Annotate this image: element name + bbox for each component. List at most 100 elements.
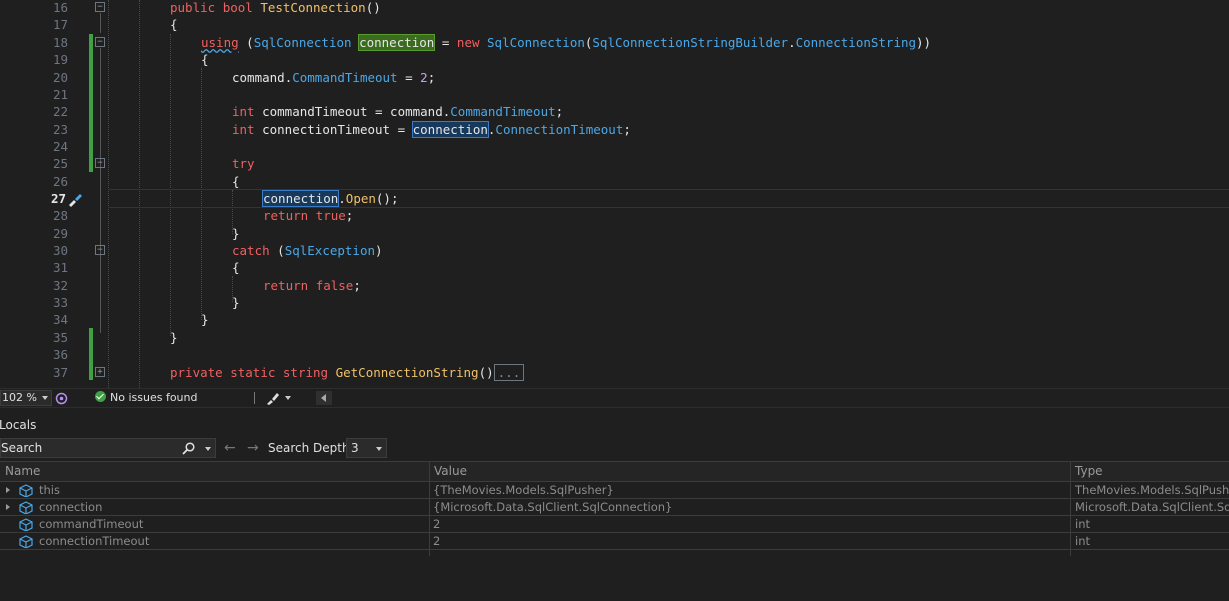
search-depth-dropdown[interactable]: 3 bbox=[346, 438, 387, 458]
code-line[interactable]: try bbox=[232, 155, 255, 172]
chevron-down-icon[interactable] bbox=[285, 396, 291, 400]
issues-text: No issues found bbox=[110, 391, 198, 404]
row-name: this bbox=[39, 483, 60, 497]
line-number: 36 bbox=[52, 347, 68, 362]
keyword: static bbox=[230, 365, 276, 380]
grid-header: Name Value Type bbox=[0, 461, 1229, 482]
table-row[interactable]: this {TheMovies.Models.SqlPusher} TheMov… bbox=[0, 482, 1229, 499]
search-depth-value: 3 bbox=[351, 441, 359, 455]
row-type: int bbox=[1075, 517, 1090, 531]
code-line[interactable]: catch (SqlException) bbox=[232, 242, 383, 259]
line-number: 18 bbox=[52, 35, 68, 50]
line-number: 17 bbox=[52, 17, 68, 32]
line-number: 31 bbox=[52, 260, 68, 275]
type-name: SqlConnection bbox=[487, 35, 585, 50]
change-indicator bbox=[89, 328, 93, 380]
row-value: {TheMovies.Models.SqlPusher} bbox=[433, 483, 614, 497]
code-line[interactable]: } bbox=[201, 311, 209, 328]
chevron-down-icon[interactable] bbox=[205, 447, 211, 451]
collapse-icon[interactable]: − bbox=[95, 245, 105, 255]
search-icon[interactable] bbox=[182, 442, 195, 455]
line-number: 30 bbox=[52, 243, 68, 258]
row-type: Microsoft.Data.SqlClient.SqlConnection bbox=[1075, 500, 1229, 514]
member-name: CommandTimeout bbox=[292, 70, 398, 85]
code-line-current[interactable]: connection.Open(); bbox=[261, 190, 398, 207]
edit-continue-icon[interactable] bbox=[67, 193, 83, 207]
expand-arrow-icon[interactable] bbox=[6, 504, 10, 510]
keyword: false bbox=[315, 278, 354, 293]
code-line[interactable]: { bbox=[232, 173, 240, 190]
type-name: SqlConnection bbox=[253, 35, 352, 50]
collapsed-region[interactable]: ... bbox=[493, 364, 525, 381]
scroll-left-button[interactable] bbox=[316, 391, 332, 405]
code-line[interactable]: using (SqlConnection connection = new Sq… bbox=[201, 34, 931, 51]
punct: () bbox=[365, 0, 381, 15]
row-name: connection bbox=[39, 500, 103, 514]
code-line[interactable]: return false; bbox=[263, 277, 361, 294]
variable: commandTimeout bbox=[262, 104, 368, 119]
column-header-value[interactable]: Value bbox=[434, 462, 467, 481]
code-line[interactable]: } bbox=[170, 329, 178, 346]
variable-highlight-write: connection bbox=[358, 34, 436, 51]
keyword: try bbox=[232, 156, 255, 171]
back-arrow-icon[interactable]: ← bbox=[224, 439, 236, 457]
code-line[interactable]: int commandTimeout = command.CommandTime… bbox=[232, 103, 563, 120]
code-line[interactable]: return true; bbox=[263, 207, 353, 224]
row-type: int bbox=[1075, 534, 1090, 548]
punct: ( bbox=[238, 35, 254, 50]
type-name: SqlConnectionStringBuilder bbox=[592, 35, 789, 50]
expand-icon[interactable]: + bbox=[95, 367, 105, 377]
forward-arrow-icon[interactable]: → bbox=[247, 439, 259, 457]
variable-highlight-read: connection bbox=[261, 190, 340, 207]
table-row[interactable]: connectionTimeout 2 int bbox=[0, 533, 1229, 550]
method-name: TestConnection bbox=[260, 0, 366, 15]
collapse-icon[interactable]: − bbox=[95, 158, 105, 168]
code-editor[interactable]: − − − − + 16 17 18 19 20 21 22 23 24 25 … bbox=[0, 0, 1229, 388]
line-number: 23 bbox=[52, 122, 68, 137]
zoom-value: 102 % bbox=[2, 391, 37, 404]
collapse-icon[interactable]: − bbox=[95, 37, 105, 47]
keyword: new bbox=[456, 35, 480, 50]
column-header-type[interactable]: Type bbox=[1075, 462, 1103, 481]
variable: command bbox=[232, 70, 285, 85]
line-number: 20 bbox=[52, 70, 68, 85]
code-line[interactable]: { bbox=[170, 16, 178, 33]
zoom-dropdown[interactable]: 102 % bbox=[0, 390, 52, 406]
line-number: 22 bbox=[52, 104, 68, 119]
line-number: 35 bbox=[52, 330, 68, 345]
code-line[interactable]: int connectionTimeout = connection.Conne… bbox=[232, 121, 631, 138]
line-number: 37 bbox=[52, 365, 68, 380]
chevron-down-icon bbox=[42, 396, 48, 400]
collapse-icon[interactable]: − bbox=[95, 2, 105, 12]
code-line[interactable]: } bbox=[232, 294, 240, 311]
locals-search-input[interactable]: Search bbox=[0, 438, 216, 458]
table-row[interactable]: commandTimeout 2 int bbox=[0, 516, 1229, 533]
code-cleanup-icon[interactable] bbox=[266, 392, 280, 405]
line-number: 24 bbox=[52, 139, 68, 154]
method-name: Open bbox=[345, 191, 376, 206]
line-number: 33 bbox=[52, 295, 68, 310]
line-number: 25 bbox=[52, 156, 68, 171]
line-number: 29 bbox=[52, 226, 68, 241]
copilot-icon[interactable] bbox=[55, 392, 68, 405]
row-value: 2 bbox=[433, 534, 441, 548]
line-number: 16 bbox=[52, 0, 68, 15]
row-name: connectionTimeout bbox=[39, 534, 150, 548]
fold-line bbox=[100, 48, 101, 333]
code-line[interactable]: private static string GetConnectionStrin… bbox=[170, 364, 525, 381]
column-header-name[interactable]: Name bbox=[5, 462, 40, 481]
divider bbox=[254, 392, 255, 404]
code-line[interactable]: { bbox=[201, 51, 209, 68]
expand-arrow-icon[interactable] bbox=[6, 487, 10, 493]
line-number: 26 bbox=[52, 174, 68, 189]
code-line[interactable]: { bbox=[232, 259, 240, 276]
number: 2 bbox=[420, 70, 428, 85]
code-line[interactable]: public bool TestConnection() bbox=[170, 0, 381, 16]
code-line[interactable]: } bbox=[232, 225, 240, 242]
issues-indicator[interactable]: No issues found bbox=[95, 389, 197, 407]
code-line[interactable]: command.CommandTimeout = 2; bbox=[232, 69, 435, 86]
line-number: 32 bbox=[52, 278, 68, 293]
table-row[interactable]: connection {Microsoft.Data.SqlClient.Sql… bbox=[0, 499, 1229, 516]
field-icon bbox=[19, 484, 33, 497]
keyword: catch bbox=[232, 243, 270, 258]
